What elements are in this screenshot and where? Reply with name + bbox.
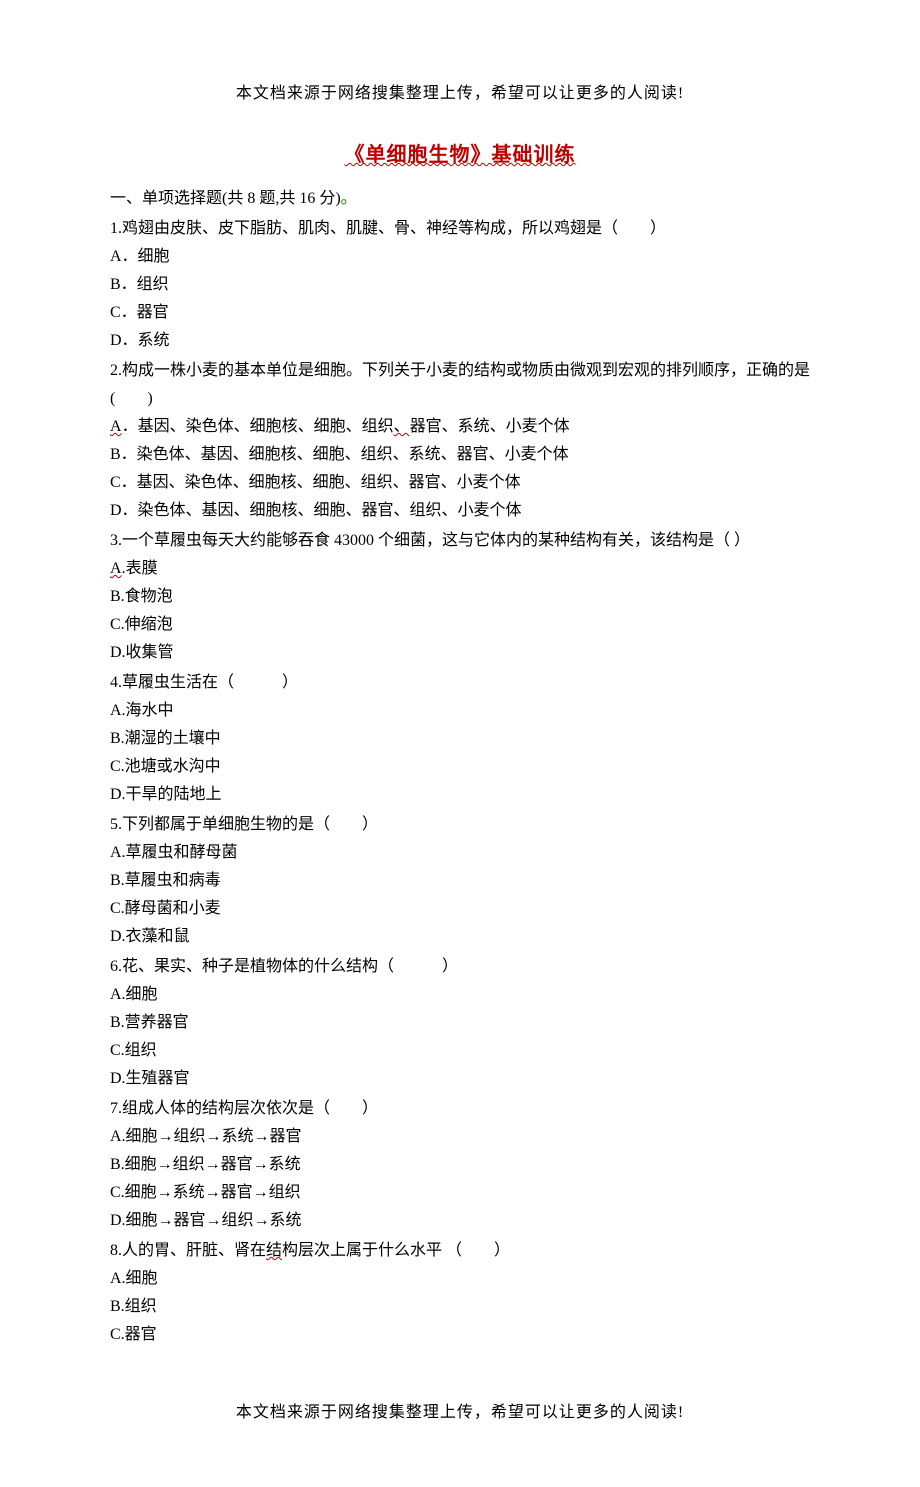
header-note: 本文档来源于网络搜集整理上传，希望可以让更多的人阅读! <box>110 80 810 108</box>
section-header-text: 一、单项选择题(共 8 题,共 16 分) <box>110 190 341 207</box>
question-stem: 8.人的胃、肝脏、肾在结构层次上属于什么水平 （ ） <box>110 1237 810 1265</box>
option-d: D.生殖器官 <box>110 1065 810 1093</box>
section-header: 一、单项选择题(共 8 题,共 16 分)。 <box>110 185 810 213</box>
section-dot: 。 <box>341 190 357 207</box>
option-c: C.伸缩泡 <box>110 611 810 639</box>
option-a: A.细胞 <box>110 981 810 1009</box>
option-d: D.衣藻和鼠 <box>110 923 810 951</box>
option-b: B．组织 <box>110 271 810 299</box>
option-d: D.干旱的陆地上 <box>110 781 810 809</box>
stem-prefix: 8.人的胃、肝脏、肾在 <box>110 1242 266 1259</box>
stem-suffix: 构层次上属于什么水平 （ ） <box>282 1242 510 1259</box>
option-d: D．染色体、基因、细胞核、细胞、器官、组织、小麦个体 <box>110 497 810 525</box>
option-c: C.酵母菌和小麦 <box>110 895 810 923</box>
option-a: A.海水中 <box>110 697 810 725</box>
stem-wavy: 结 <box>266 1242 282 1259</box>
option-b: B.组织 <box>110 1293 810 1321</box>
wavy-sep: 、 <box>394 418 410 435</box>
wavy-a: A <box>110 418 122 435</box>
option-b: B.草履虫和病毒 <box>110 867 810 895</box>
option-b: B.潮湿的土壤中 <box>110 725 810 753</box>
option-a: A.表膜 <box>110 555 810 583</box>
option-c: C.器官 <box>110 1321 810 1349</box>
question-stem: 5.下列都属于单细胞生物的是（ ） <box>110 811 810 839</box>
option-c: C.组织 <box>110 1037 810 1065</box>
question-stem: 2.构成一株小麦的基本单位是细胞。下列关于小麦的结构或物质由微观到宏观的排列顺序… <box>110 357 810 413</box>
document-title: 《单细胞生物》基础训练 <box>110 138 810 173</box>
option-b: B.细胞→组织→器官→系统 <box>110 1151 810 1179</box>
question-4: 4.草履虫生活在（ ） A.海水中 B.潮湿的土壤中 C.池塘或水沟中 D.干旱… <box>110 669 810 809</box>
question-stem: 7.组成人体的结构层次依次是（ ） <box>110 1095 810 1123</box>
option-c: C.池塘或水沟中 <box>110 753 810 781</box>
option-a: A.细胞 <box>110 1265 810 1293</box>
option-c: C．基因、染色体、细胞核、细胞、组织、器官、小麦个体 <box>110 469 810 497</box>
question-8: 8.人的胃、肝脏、肾在结构层次上属于什么水平 （ ） A.细胞 B.组织 C.器… <box>110 1237 810 1349</box>
title-text: 《单细胞生物》基础训练 <box>345 144 576 166</box>
option-c: C.细胞→系统→器官→组织 <box>110 1179 810 1207</box>
question-5: 5.下列都属于单细胞生物的是（ ） A.草履虫和酵母菌 B.草履虫和病毒 C.酵… <box>110 811 810 951</box>
option-a: A.草履虫和酵母菌 <box>110 839 810 867</box>
option-c: C．器官 <box>110 299 810 327</box>
footer-note: 本文档来源于网络搜集整理上传，希望可以让更多的人阅读! <box>110 1399 810 1427</box>
option-a-tail: 器官、系统、小麦个体 <box>410 418 570 435</box>
question-1: 1.鸡翅由皮肤、皮下脂肪、肌肉、肌腱、骨、神经等构成，所以鸡翅是（ ） A．细胞… <box>110 215 810 355</box>
question-2: 2.构成一株小麦的基本单位是细胞。下列关于小麦的结构或物质由微观到宏观的排列顺序… <box>110 357 810 525</box>
question-stem: 4.草履虫生活在（ ） <box>110 669 810 697</box>
option-b: B．染色体、基因、细胞核、细胞、组织、系统、器官、小麦个体 <box>110 441 810 469</box>
question-stem: 3.一个草履虫每天大约能够吞食 43000 个细菌，这与它体内的某种结构有关，该… <box>110 527 810 555</box>
question-7: 7.组成人体的结构层次依次是（ ） A.细胞→组织→系统→器官 B.细胞→组织→… <box>110 1095 810 1235</box>
option-d: D.细胞→器官→组织→系统 <box>110 1207 810 1235</box>
option-a: A．基因、染色体、细胞核、细胞、组织、器官、系统、小麦个体 <box>110 413 810 441</box>
option-b: B.食物泡 <box>110 583 810 611</box>
wavy-a: A <box>110 560 122 577</box>
option-a-rest: .表膜 <box>122 560 158 577</box>
question-3: 3.一个草履虫每天大约能够吞食 43000 个细菌，这与它体内的某种结构有关，该… <box>110 527 810 667</box>
option-a: A．细胞 <box>110 243 810 271</box>
question-6: 6.花、果实、种子是植物体的什么结构（ ） A.细胞 B.营养器官 C.组织 D… <box>110 953 810 1093</box>
option-a: A.细胞→组织→系统→器官 <box>110 1123 810 1151</box>
question-stem: 1.鸡翅由皮肤、皮下脂肪、肌肉、肌腱、骨、神经等构成，所以鸡翅是（ ） <box>110 215 810 243</box>
option-b: B.营养器官 <box>110 1009 810 1037</box>
option-a-rest: ．基因、染色体、细胞核、细胞、组织 <box>122 418 394 435</box>
question-stem: 6.花、果实、种子是植物体的什么结构（ ） <box>110 953 810 981</box>
option-d: D．系统 <box>110 327 810 355</box>
option-d: D.收集管 <box>110 639 810 667</box>
